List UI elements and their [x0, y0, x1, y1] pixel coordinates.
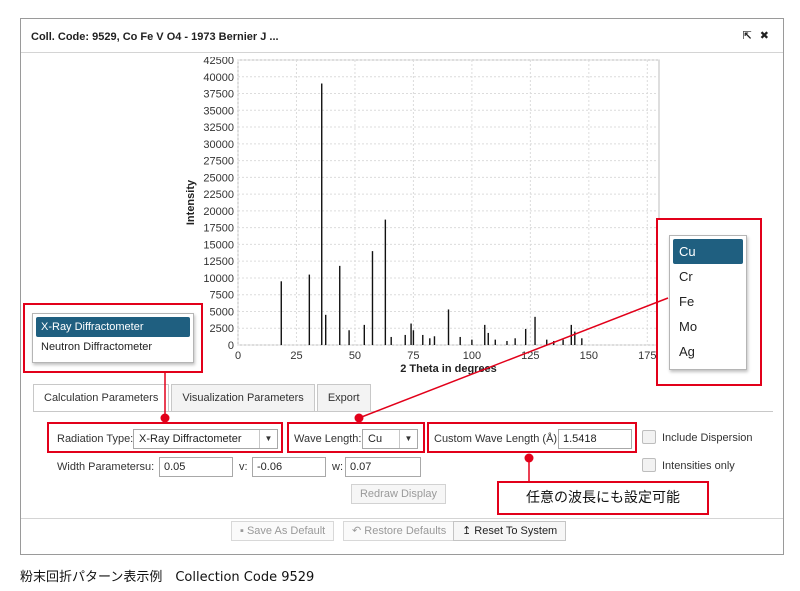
- y-tick-label: 20000: [203, 206, 234, 218]
- custom-wave-length-callout: [427, 422, 637, 453]
- x-tick-label: 150: [580, 350, 598, 362]
- save-as-default-button[interactable]: ▪ Save As Default: [231, 521, 335, 541]
- width-parameters-label: Width Parameters: [57, 461, 146, 473]
- custom-wave-length-note: 任意の波長にも設定可能: [497, 481, 709, 515]
- x-tick-label: 25: [290, 350, 302, 362]
- v-label: v:: [239, 461, 248, 473]
- u-label: u:: [145, 461, 155, 473]
- y-tick-label: 0: [228, 340, 234, 352]
- w-label: w:: [332, 461, 343, 473]
- dropdown-option-ag[interactable]: Ag: [673, 339, 743, 364]
- wave-length-dropdown: Cu Cr Fe Mo Ag: [669, 235, 747, 370]
- w-input[interactable]: [345, 457, 421, 477]
- y-tick-label: 37500: [203, 89, 234, 101]
- y-tick-label: 10000: [203, 273, 234, 285]
- x-tick-label: 75: [407, 350, 419, 362]
- window-title: Coll. Code: 9529, Co Fe V O4 - 1973 Bern…: [31, 31, 279, 43]
- x-tick-label: 125: [521, 350, 539, 362]
- x-tick-label: 0: [235, 350, 241, 362]
- save-icon: ▪: [240, 525, 244, 537]
- include-dispersion-label: Include Dispersion: [662, 432, 753, 444]
- x-tick-label: 100: [463, 350, 481, 362]
- dropdown-option-mo[interactable]: Mo: [673, 314, 743, 339]
- dropdown-option-cr[interactable]: Cr: [673, 264, 743, 289]
- restore-defaults-label: Restore Defaults: [364, 525, 447, 537]
- y-tick-label: 42500: [203, 57, 234, 67]
- y-tick-label: 15000: [203, 239, 234, 251]
- y-tick-label: 7500: [210, 290, 234, 302]
- intensities-only-label: Intensities only: [662, 460, 735, 472]
- window-titlebar: Coll. Code: 9529, Co Fe V O4 - 1973 Bern…: [21, 19, 783, 53]
- radiation-type-dropdown: X-Ray Diffractometer Neutron Diffractome…: [32, 313, 194, 363]
- y-tick-label: 12500: [203, 256, 234, 268]
- reset-to-system-button[interactable]: ↥ Reset To System: [453, 521, 567, 541]
- intensities-only-checkbox[interactable]: [642, 458, 656, 472]
- x-tick-label: 50: [349, 350, 361, 362]
- reset-to-system-label: Reset To System: [474, 525, 558, 537]
- dropdown-option-cu[interactable]: Cu: [673, 239, 743, 264]
- x-axis-label: 2 Theta in degrees: [400, 363, 497, 375]
- include-dispersion-checkbox[interactable]: [642, 430, 656, 444]
- x-tick-label: 175: [638, 350, 656, 362]
- close-icon[interactable]: ✖: [760, 29, 769, 42]
- reset-icon: ↥: [462, 525, 472, 537]
- y-tick-label: 30000: [203, 139, 234, 151]
- y-tick-label: 17500: [203, 223, 234, 235]
- restore-defaults-button[interactable]: ↶ Restore Defaults: [343, 521, 456, 541]
- tab-calculation-parameters[interactable]: Calculation Parameters: [33, 384, 170, 412]
- popout-icon[interactable]: ⇱: [743, 29, 752, 42]
- dropdown-option-fe[interactable]: Fe: [673, 289, 743, 314]
- y-tick-label: 22500: [203, 189, 234, 201]
- wave-length-callout: [287, 422, 425, 453]
- tab-divider: [33, 411, 773, 412]
- radiation-type-callout: [47, 422, 283, 453]
- y-tick-label: 27500: [203, 156, 234, 168]
- y-tick-label: 35000: [203, 105, 234, 117]
- footer-divider: [21, 518, 783, 519]
- y-tick-label: 25000: [203, 172, 234, 184]
- y-tick-label: 40000: [203, 72, 234, 84]
- save-as-default-label: Save As Default: [246, 525, 326, 537]
- y-axis-label: Intensity: [185, 179, 197, 225]
- y-tick-label: 2500: [210, 323, 234, 335]
- redraw-display-button[interactable]: Redraw Display: [351, 484, 446, 504]
- diffraction-chart: 0 2500 5000 7500 10000 12500 15000 17500 20000 22…: [185, 57, 660, 375]
- restore-icon: ↶: [352, 525, 362, 537]
- v-input[interactable]: [252, 457, 326, 477]
- dropdown-option-neutron[interactable]: Neutron Diffractometer: [36, 337, 190, 357]
- y-tick-label: 5000: [210, 306, 234, 318]
- tab-export[interactable]: Export: [316, 384, 371, 412]
- dropdown-option-xray[interactable]: X-Ray Diffractometer: [36, 317, 190, 337]
- plot-area: [237, 59, 660, 346]
- u-input[interactable]: [159, 457, 233, 477]
- figure-caption: 粉末回折パターン表示例 Collection Code 9529: [20, 570, 315, 585]
- tab-visualization-parameters[interactable]: Visualization Parameters: [171, 384, 315, 412]
- y-tick-label: 32500: [203, 122, 234, 134]
- tab-bar: Calculation Parameters Visualization Par…: [33, 384, 373, 412]
